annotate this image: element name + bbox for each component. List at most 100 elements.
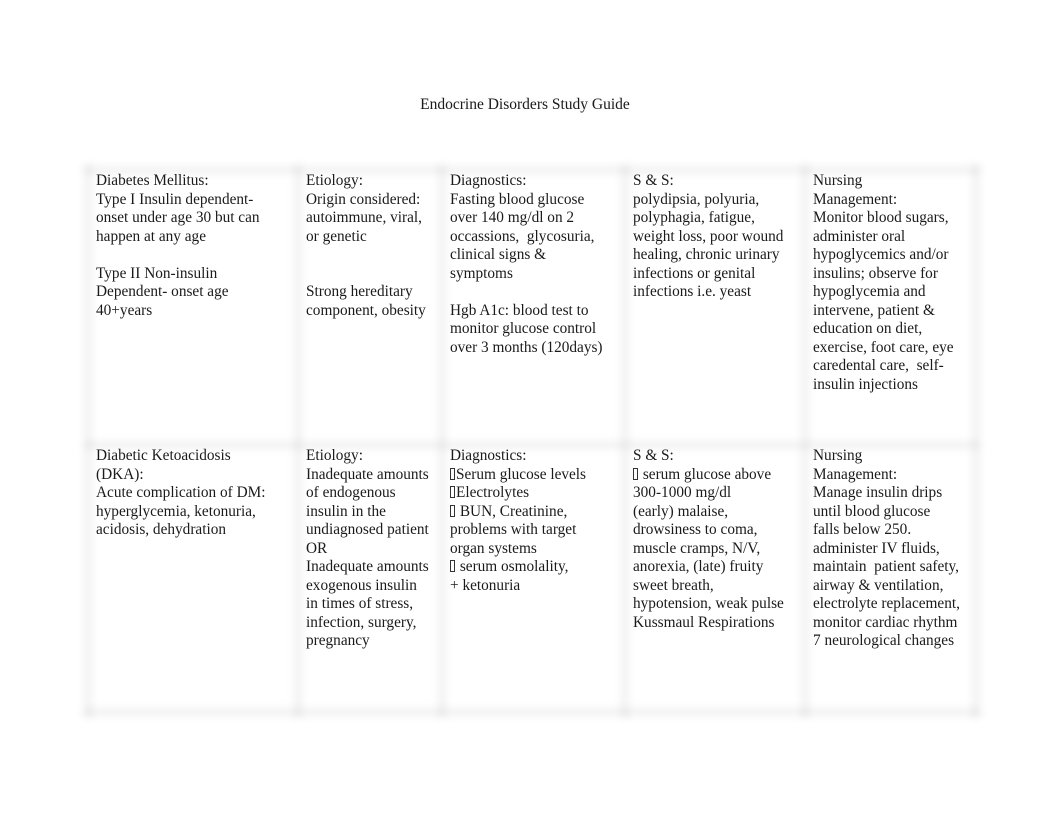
cell-text-line: Type I Insulin dependent- — [96, 190, 254, 208]
cell-text-line: until blood glucose — [813, 502, 931, 520]
cell-text-line: infections i.e. yeast — [633, 283, 752, 300]
table-cell-condition: Diabetic Ketoacidosis (DKA): Acute complic… — [96, 447, 294, 540]
cell-text-line: administer oral — [813, 227, 906, 245]
cell-text-line: insulins; observe for — [813, 264, 938, 282]
table-cell-diagnostics: Diagnostics: Fasting blood glucose over 14… — [450, 172, 621, 357]
cell-text-line: organ systems — [450, 539, 537, 557]
cell-text-line: anorexia, (late) fruity — [633, 558, 764, 575]
cell-text-line: clinical signs & — [450, 246, 547, 263]
cell-text-line: healing, chronic urinary — [633, 246, 780, 263]
cell-text-line: Nursing — [813, 172, 863, 189]
cell-text-line: insulin in the — [306, 502, 386, 520]
cell-text-line: problems with target — [450, 521, 577, 538]
cell-text-line: caredental care, self- — [813, 357, 944, 374]
cell-text-line: 40+years — [96, 301, 153, 319]
cell-text-line: + ketonuria — [450, 576, 521, 594]
cell-text-line: electrolyte replacement, — [813, 595, 960, 612]
cell-text-line: autoimmune, viral, — [306, 209, 422, 226]
table-cell-nursing-management: Nursing Management: Monitor blood sugars, a… — [813, 172, 972, 394]
table-cell-signs-symptoms: S & S: polydipsia, polyuria, polyphagia, f… — [633, 172, 801, 302]
cell-text-line: sweet breath, — [633, 576, 714, 594]
cell-text-line: 7 neurological changes — [813, 632, 955, 649]
cell-text-line: airway & ventilation, — [813, 576, 944, 594]
cell-text-line: falls below 250. — [813, 521, 912, 538]
cell-text-line: hypoglycemia and — [813, 283, 926, 300]
document-title: Endocrine Disorders Study Guide — [420, 96, 630, 113]
cell-text-line: undiagnosed patient — [306, 521, 429, 538]
cell-text-line: acidosis, dehydration — [96, 521, 226, 538]
cell-text-line: Diagnostics: — [450, 447, 527, 464]
cell-text-line: drowsiness to coma, — [633, 521, 758, 538]
table-cell-diagnostics: Diagnostics: Serum glucose levels Electrol… — [450, 447, 621, 595]
cell-text-line: Etiology: — [306, 172, 363, 189]
cell-text-line: or genetic — [306, 227, 367, 245]
cell-text-line: exogenous insulin — [306, 576, 417, 594]
cell-text-line: Hgb A1c: blood test to — [450, 301, 589, 319]
table-cell-etiology: Etiology: Origin considered: autoimmune, v… — [306, 172, 438, 320]
cell-text-line: Origin considered: — [306, 190, 421, 208]
cell-text-line: hyperglycemia, ketonuria, — [96, 502, 256, 520]
missing-glyph-bullet-icon — [633, 467, 638, 480]
cell-text-line: education on diet, — [813, 320, 923, 337]
cell-text-line: BUN, Creatinine, — [450, 503, 621, 522]
cell-text-line: component, obesity — [306, 301, 426, 319]
cell-text-line: Strong hereditary — [306, 283, 413, 300]
cell-text-line: Fasting blood glucose — [450, 190, 585, 208]
cell-text-line: infection, surgery, — [306, 613, 417, 631]
cell-text-line: polyphagia, fatigue, — [633, 209, 755, 226]
cell-text-line: onset under age 30 but can — [96, 209, 260, 226]
cell-text-line: Management: — [813, 465, 898, 483]
study-guide-table: Diabetes Mellitus: Type I Insulin depende… — [84, 164, 980, 718]
cell-text-line: happen at any age — [96, 227, 206, 245]
cell-text-line: insulin injections — [813, 375, 918, 393]
table-cell-etiology: Etiology: Inadequate amounts of endogenous… — [306, 447, 438, 651]
cell-text-line: Inadequate amounts — [306, 465, 429, 483]
cell-text-line: monitor glucose control — [450, 320, 597, 337]
cell-text-line: Dependent- onset age — [96, 283, 229, 300]
cell-text-line: Serum glucose levels — [450, 466, 621, 485]
cell-text-line: Diagnostics: — [450, 172, 527, 189]
cell-text-line: Diabetes Mellitus: — [96, 172, 209, 189]
cell-text-line: S & S: — [633, 447, 674, 464]
cell-text-line: serum osmolality, — [450, 558, 621, 577]
cell-text-line: muscle cramps, N/V, — [633, 539, 761, 557]
cell-text-line: administer IV fluids, — [813, 539, 940, 557]
cell-text-line: hypotension, weak pulse — [633, 595, 784, 612]
cell-text-line: hypoglycemics and/or — [813, 246, 949, 263]
missing-glyph-bullet-icon — [450, 486, 455, 498]
cell-text-line: occassions, glycosuria, — [450, 227, 595, 245]
cell-text-line: polydipsia, polyuria, — [633, 190, 760, 208]
cell-text-line: serum glucose above — [633, 466, 801, 485]
cell-text-line: (early) malaise, — [633, 502, 729, 520]
cell-text-line: Acute complication of DM: — [96, 484, 266, 501]
cell-text-line: Diabetic Ketoacidosis — [96, 447, 231, 464]
cell-text-line: of endogenous — [306, 484, 396, 501]
cell-text-line: Management: — [813, 190, 898, 208]
table-cell-condition: Diabetes Mellitus: Type I Insulin depende… — [96, 172, 294, 320]
cell-text-line: exercise, foot care, eye — [813, 338, 954, 356]
missing-glyph-bullet-icon — [450, 560, 455, 572]
table-cell-signs-symptoms: S & S: serum glucose above 300-1000 mg/dl… — [633, 447, 801, 632]
cell-text-line: Inadequate amounts — [306, 558, 429, 575]
cell-text-line: monitor cardiac rhythm — [813, 613, 958, 631]
missing-glyph-bullet-icon — [450, 467, 455, 480]
cell-text-line: weight loss, poor wound — [633, 227, 784, 245]
cell-text-line: pregnancy — [306, 632, 370, 649]
cell-text-line: Manage insulin drips — [813, 484, 943, 501]
table-cell-nursing-management: Nursing Management: Manage insulin drips un… — [813, 447, 972, 651]
cell-text-line: (DKA): — [96, 465, 144, 483]
cell-text-line: Nursing — [813, 447, 863, 464]
cell-text-line: intervene, patient & — [813, 301, 935, 319]
cell-text-line: Monitor blood sugars, — [813, 209, 949, 226]
cell-text-line: Kussmaul Respirations — [633, 613, 775, 631]
cell-text-line: in times of stress, — [306, 595, 414, 612]
cell-text-line: symptoms — [450, 264, 513, 282]
cell-text-line: 300-1000 mg/dl — [633, 484, 732, 501]
cell-text-line: Etiology: — [306, 447, 363, 464]
cell-text-line: OR — [306, 539, 328, 557]
missing-glyph-bullet-icon — [450, 504, 455, 517]
cell-text-line: maintain patient safety, — [813, 558, 959, 575]
